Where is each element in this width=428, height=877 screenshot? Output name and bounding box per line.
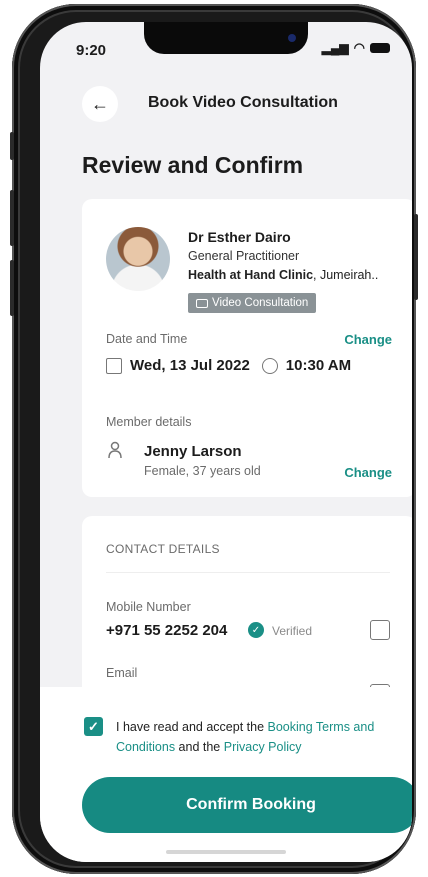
edit-mobile-icon[interactable] <box>370 620 390 640</box>
booking-summary-card: Dr Esther Dairo General Practitioner Hea… <box>82 199 412 497</box>
date-time-label: Date and Time <box>106 332 188 346</box>
mobile-number-value: +971 55 2252 204 <box>106 622 228 639</box>
signal-icon: ▂▄▆ <box>321 41 349 55</box>
status-time: 9:20 <box>76 42 107 59</box>
doctor-role: General Practitioner <box>188 249 300 263</box>
app-header: ← Book Video Consultation <box>40 84 412 124</box>
doctor-avatar <box>106 227 170 291</box>
arrow-left-icon: ← <box>91 93 109 114</box>
confirm-booking-button[interactable]: Confirm Booking <box>82 777 412 833</box>
date-time-row: Wed, 13 Jul 2022 10:30 AM <box>106 357 351 374</box>
clinic-location: , Jumeirah.. <box>313 268 379 282</box>
change-member-link[interactable]: Change <box>344 465 392 480</box>
volume-down-button <box>10 260 14 316</box>
mute-switch <box>10 132 14 160</box>
bottom-action-panel: ✓ I have read and accept the Booking Ter… <box>40 687 412 862</box>
consultation-type-badge: Video Consultation <box>188 293 317 313</box>
mobile-number-label: Mobile Number <box>106 600 191 614</box>
accept-terms-checkbox[interactable]: ✓ <box>84 717 103 736</box>
header-title: Book Video Consultation <box>148 94 338 111</box>
email-label: Email <box>106 666 138 680</box>
terms-prefix: I have read and accept the <box>116 720 268 734</box>
notch <box>144 22 308 54</box>
doctor-clinic: Health at Hand Clinic, Jumeirah.. <box>188 268 378 282</box>
verified-label: Verified <box>272 624 313 638</box>
doctor-name: Dr Esther Dairo <box>188 229 291 245</box>
divider <box>106 572 390 573</box>
terms-middle: and the <box>175 740 224 754</box>
verified-check-icon: ✓ <box>248 622 264 638</box>
volume-up-button <box>10 190 14 246</box>
terms-text: I have read and accept the Booking Terms… <box>116 717 404 757</box>
member-info: Female, 37 years old <box>144 464 261 478</box>
camera-icon <box>288 34 296 42</box>
consultation-type-label: Video Consultation <box>212 297 309 309</box>
booking-time: 10:30 AM <box>285 357 352 374</box>
wifi-icon: ◠ <box>353 40 365 55</box>
person-icon <box>108 441 122 459</box>
contact-section-title: CONTACT DETAILS <box>106 542 220 556</box>
back-button[interactable]: ← <box>82 86 118 122</box>
contact-details-card: CONTACT DETAILS Mobile Number +971 55 22… <box>82 516 412 716</box>
power-button <box>414 214 418 300</box>
status-icons: ▂▄▆ ◠ <box>322 40 390 56</box>
clinic-name: Health at Hand Clinic <box>188 268 314 282</box>
battery-icon <box>370 43 390 53</box>
video-camera-icon <box>196 298 208 308</box>
privacy-policy-link[interactable]: Privacy Policy <box>224 740 302 754</box>
booking-date: Wed, 13 Jul 2022 <box>130 357 250 374</box>
clock-icon <box>261 357 278 374</box>
home-indicator <box>166 850 286 854</box>
member-name: Jenny Larson <box>144 443 242 460</box>
member-details-label: Member details <box>106 415 192 429</box>
page-title: Review and Confirm <box>82 152 304 178</box>
calendar-icon <box>106 357 122 374</box>
app-screen: 9:20 ▂▄▆ ◠ ← Book Video Consultation Rev… <box>40 22 412 862</box>
change-date-time-link[interactable]: Change <box>344 332 392 347</box>
phone-frame: 9:20 ▂▄▆ ◠ ← Book Video Consultation Rev… <box>10 4 418 874</box>
